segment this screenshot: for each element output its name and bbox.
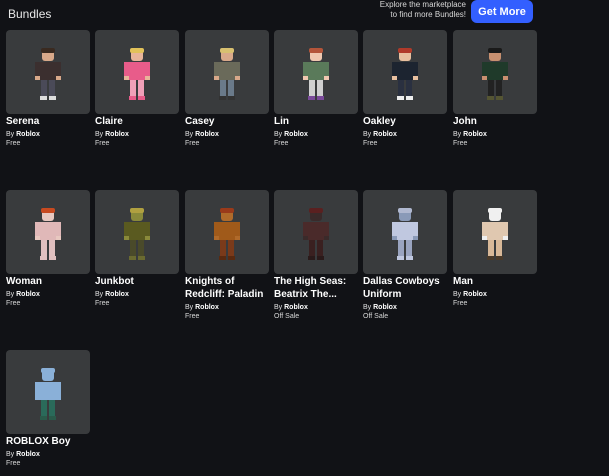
creator-prefix: By <box>274 131 283 138</box>
avatar-casey-icon[interactable] <box>185 30 269 114</box>
creator-prefix: By <box>6 131 15 138</box>
bundle-card[interactable]: Claire By Roblox Free <box>95 30 179 148</box>
creator-prefix: By <box>453 131 462 138</box>
bundle-name[interactable]: Casey <box>185 115 269 128</box>
bundle-name[interactable]: Junkbot <box>95 275 179 288</box>
bundle-name[interactable]: John <box>453 115 537 128</box>
bundle-name[interactable]: Lin <box>274 115 358 128</box>
bundle-name[interactable]: Knights of Redcliff: Paladin <box>185 275 269 301</box>
creator-prefix: By <box>95 131 104 138</box>
creator-prefix: By <box>453 291 462 298</box>
bundle-price: Free <box>95 140 110 147</box>
creator-name[interactable]: Roblox <box>16 451 40 458</box>
creator-prefix: By <box>95 291 104 298</box>
bundle-creator: By Roblox <box>6 290 90 299</box>
bundle-name[interactable]: Dallas Cowboys Uniform <box>363 275 447 301</box>
bundle-price: Free <box>95 300 110 307</box>
creator-prefix: By <box>6 451 15 458</box>
bundle-creator: By Roblox <box>95 290 179 299</box>
bundle-price: Free <box>185 140 200 147</box>
creator-prefix: By <box>185 304 194 311</box>
section-title: Bundles <box>8 7 52 21</box>
creator-name[interactable]: Roblox <box>284 304 308 311</box>
bundle-price: Off Sale <box>363 313 389 320</box>
bundle-card[interactable]: Woman By Roblox Free <box>6 190 90 308</box>
bundle-creator: By Roblox <box>185 130 269 139</box>
bundle-card[interactable]: Knights of Redcliff: Paladin By Roblox Fre… <box>185 190 269 321</box>
avatar-man-icon[interactable] <box>453 190 537 274</box>
bundle-card[interactable]: ROBLOX Boy By Roblox Free <box>6 350 90 468</box>
bundle-creator: By Roblox <box>6 130 90 139</box>
bundle-card[interactable]: Oakley By Roblox Free <box>363 30 447 148</box>
creator-name[interactable]: Roblox <box>373 304 397 311</box>
promo-line-2: to find more Bundles! <box>390 10 466 19</box>
bundle-price: Free <box>6 300 21 307</box>
creator-name[interactable]: Roblox <box>373 131 397 138</box>
promo-text: Explore the marketplace to find more Bun… <box>360 0 466 20</box>
avatar-roblox-boy-icon[interactable] <box>6 350 90 434</box>
creator-prefix: By <box>363 304 372 311</box>
creator-name[interactable]: Roblox <box>105 131 129 138</box>
bundle-name[interactable]: Woman <box>6 275 90 288</box>
avatar-cowboys-icon[interactable] <box>363 190 447 274</box>
bundle-card[interactable]: Dallas Cowboys Uniform By Roblox Off Sale <box>363 190 447 321</box>
creator-name[interactable]: Roblox <box>16 291 40 298</box>
bundle-creator: By Roblox <box>453 130 537 139</box>
bundle-price: Free <box>363 140 378 147</box>
avatar-beatrix-icon[interactable] <box>274 190 358 274</box>
creator-prefix: By <box>185 131 194 138</box>
creator-name[interactable]: Roblox <box>463 291 487 298</box>
promo-line-1: Explore the marketplace <box>379 0 466 9</box>
bundle-name[interactable]: Claire <box>95 115 179 128</box>
bundle-price: Free <box>185 313 200 320</box>
creator-name[interactable]: Roblox <box>16 131 40 138</box>
bundle-card[interactable]: Serena By Roblox Free <box>6 30 90 148</box>
avatar-woman-icon[interactable] <box>6 190 90 274</box>
avatar-john-icon[interactable] <box>453 30 537 114</box>
creator-name[interactable]: Roblox <box>284 131 308 138</box>
bundle-name[interactable]: Man <box>453 275 537 288</box>
creator-name[interactable]: Roblox <box>463 131 487 138</box>
avatar-paladin-icon[interactable] <box>185 190 269 274</box>
bundle-price: Off Sale <box>274 313 300 320</box>
avatar-junkbot-icon[interactable] <box>95 190 179 274</box>
creator-name[interactable]: Roblox <box>195 131 219 138</box>
bundle-name[interactable]: Oakley <box>363 115 447 128</box>
avatar-oakley-icon[interactable] <box>363 30 447 114</box>
bundle-creator: By Roblox <box>363 303 447 312</box>
bundle-card[interactable]: Junkbot By Roblox Free <box>95 190 179 308</box>
creator-name[interactable]: Roblox <box>195 304 219 311</box>
bundle-creator: By Roblox <box>95 130 179 139</box>
bundle-price: Free <box>6 460 21 467</box>
get-more-button[interactable]: Get More <box>471 0 533 23</box>
bundle-name[interactable]: Serena <box>6 115 90 128</box>
bundle-creator: By Roblox <box>185 303 269 312</box>
bundle-creator: By Roblox <box>363 130 447 139</box>
creator-prefix: By <box>363 131 372 138</box>
bundle-creator: By Roblox <box>274 303 358 312</box>
bundle-creator: By Roblox <box>274 130 358 139</box>
avatar-claire-icon[interactable] <box>95 30 179 114</box>
creator-prefix: By <box>6 291 15 298</box>
bundle-card[interactable]: John By Roblox Free <box>453 30 537 148</box>
bundle-price: Free <box>453 300 468 307</box>
creator-name[interactable]: Roblox <box>105 291 129 298</box>
bundle-name[interactable]: The High Seas: Beatrix The... <box>274 275 358 301</box>
bundle-card[interactable]: Man By Roblox Free <box>453 190 537 308</box>
bundle-card[interactable]: Lin By Roblox Free <box>274 30 358 148</box>
creator-prefix: By <box>274 304 283 311</box>
bundle-card[interactable]: Casey By Roblox Free <box>185 30 269 148</box>
avatar-serena-icon[interactable] <box>6 30 90 114</box>
avatar-lin-icon[interactable] <box>274 30 358 114</box>
bundle-creator: By Roblox <box>453 290 537 299</box>
bundle-price: Free <box>6 140 21 147</box>
bundle-price: Free <box>453 140 468 147</box>
bundle-price: Free <box>274 140 289 147</box>
bundle-creator: By Roblox <box>6 450 90 459</box>
bundle-card[interactable]: The High Seas: Beatrix The... By Roblox Of… <box>274 190 358 321</box>
bundle-name[interactable]: ROBLOX Boy <box>6 435 90 448</box>
